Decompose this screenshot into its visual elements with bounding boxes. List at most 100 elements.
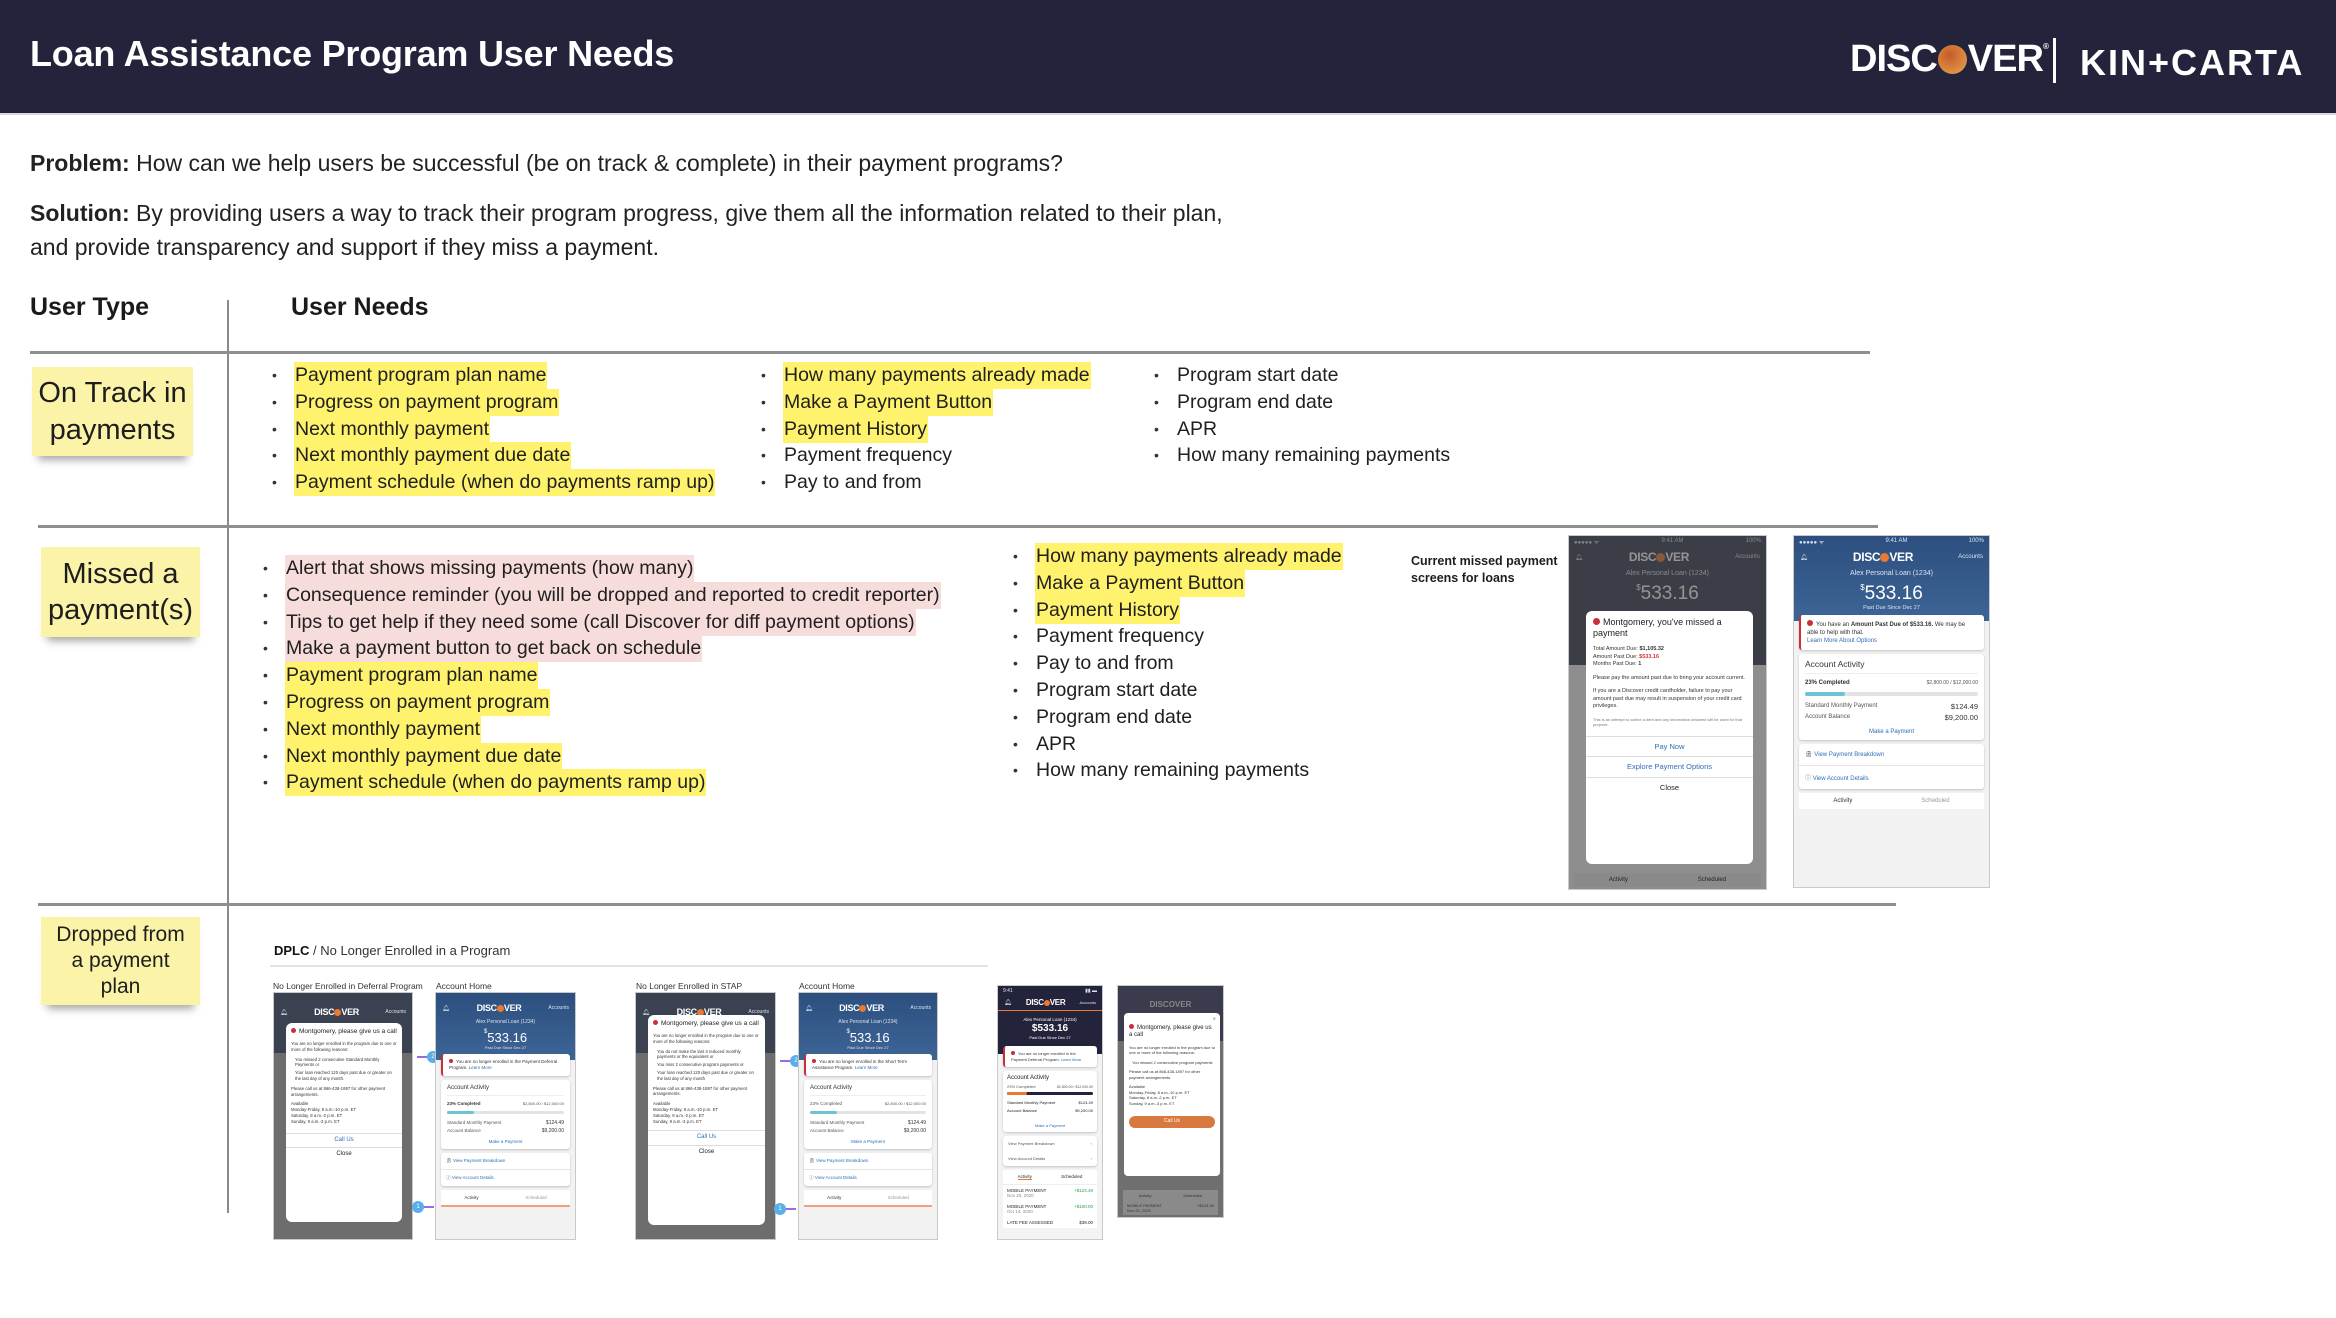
balance-value: $9,200.00 <box>541 1128 564 1134</box>
need-item: Payment program plan name <box>272 362 715 389</box>
view-payment-breakdown-link[interactable]: View Payment Breakdown <box>816 1158 868 1163</box>
account-activity-card: Account Activity 23% Completed $2,800.00 … <box>1003 1071 1097 1132</box>
tab-activity[interactable]: Activity <box>1833 798 1852 804</box>
tab-scheduled[interactable]: Scheduled <box>1698 877 1726 883</box>
need-text: Progress on payment program <box>285 688 551 716</box>
need-text: Payment schedule (when do payments ramp … <box>285 769 707 797</box>
amount-value: $533.16 <box>1031 1023 1069 1034</box>
modal-body-1: Please pay the amount past due to bring … <box>1593 674 1745 681</box>
tab-scheduled[interactable]: Scheduled <box>888 1195 909 1200</box>
learn-more-link[interactable]: Learn More <box>1061 1057 1081 1062</box>
callout-1: 1 <box>774 1203 786 1215</box>
view-account-details-link[interactable]: View Account Details <box>1813 776 1869 782</box>
learn-more-link[interactable]: Learn More <box>469 1065 492 1070</box>
learn-more-link[interactable]: Learn More <box>855 1065 878 1070</box>
need-item: Make a Payment Button <box>1013 569 1343 597</box>
close-button[interactable]: Close <box>1586 776 1753 798</box>
page-title: Loan Assistance Program User Needs <box>30 33 675 74</box>
view-account-details-link[interactable]: View Account Details <box>1008 1156 1045 1161</box>
alert-bold: Amount Past Due of $533.16. <box>1850 622 1934 628</box>
need-item: Pay to and from <box>1013 650 1343 677</box>
activity-title: Account Activity <box>447 1085 564 1096</box>
sticky-label: Missed a payment(s) <box>47 557 194 626</box>
info-icon: ⓘ <box>1805 776 1812 782</box>
view-account-details-link[interactable]: View Account Details <box>815 1175 857 1180</box>
amount-value: 533.16 <box>1864 583 1923 604</box>
transaction-amount: $39.00 <box>1079 1220 1093 1225</box>
modal-title: Montgomery, please give us a call <box>661 1020 759 1027</box>
chevron-right-icon: › <box>1090 1156 1092 1161</box>
tab-activity[interactable]: Activity <box>1017 1174 1032 1180</box>
activity-title: Account Activity <box>810 1085 926 1096</box>
modal-intro: You are no longer enrolled in the progra… <box>1129 1044 1215 1056</box>
need-item: Program start date <box>1154 362 1451 389</box>
view-payment-breakdown-link[interactable]: View Payment Breakdown <box>1008 1141 1055 1146</box>
make-payment-button[interactable]: Make a Payment <box>1805 723 1978 735</box>
bell-icon: 🔔︎ <box>442 1005 450 1012</box>
close-button[interactable]: Close <box>648 1145 765 1160</box>
balance-value: $9,200.00 <box>1075 1108 1093 1113</box>
pay-now-button[interactable]: Pay Now <box>1586 735 1753 757</box>
bell-icon: 🔔︎ <box>280 1009 288 1016</box>
transaction-row: MOBILE PAYMENT Nov 20, 2020 +$124.49 <box>1003 1185 1097 1201</box>
call-us-button[interactable]: Call Us <box>648 1130 765 1145</box>
phone-mockup-new-home: 9:41 ▮▮ ▬ 🔔︎ DISC VER Accounts Alex Personal… <box>997 985 1103 1240</box>
caption-deferral: No Longer Enrolled in Deferral Program <box>273 981 423 991</box>
transaction-row: MOBILE PAYMENT Oct 14, 2020 +$100.00 <box>1003 1201 1097 1217</box>
need-text: Next monthly payment <box>294 415 491 443</box>
modal-call-text: Please call us at 866-438-1897 for other… <box>1129 1069 1201 1080</box>
accounts-link[interactable]: Accounts <box>1958 554 1983 560</box>
hours-line: Sunday, 9 a.m.-3 p.m. ET <box>653 1118 702 1124</box>
need-text: Next monthly payment due date <box>285 742 563 770</box>
call-us-button[interactable]: Call Us <box>286 1132 402 1148</box>
reason: Your loan reached 120 days past due or g… <box>657 1069 754 1081</box>
need-item: How many remaining payments <box>1013 757 1343 784</box>
sticky-note-missed: Missed a payment(s) <box>41 547 200 637</box>
need-text: How many remaining payments <box>1177 444 1451 467</box>
view-payment-breakdown-link[interactable]: View Payment Breakdown <box>1814 752 1884 758</box>
call-us-button[interactable]: Call Us <box>1129 1116 1215 1128</box>
need-text: Payment frequency <box>784 444 953 467</box>
close-x-icon[interactable]: ✕ <box>1124 1013 1220 1022</box>
status-time: 9:41 <box>1003 988 1013 994</box>
bell-icon: 🔔︎ <box>1004 1000 1012 1006</box>
need-text: Program end date <box>1177 390 1334 413</box>
alert-icon <box>1807 620 1813 626</box>
need-text: Alert that shows missing payments (how m… <box>285 555 695 582</box>
missed-screens-caption: Current missed payment screens for loans <box>1411 554 1558 585</box>
tab-scheduled[interactable]: Scheduled <box>525 1195 546 1200</box>
alert-icon <box>1129 1023 1134 1029</box>
phone-discover-logo: DISCVER <box>476 1003 522 1013</box>
tab-activity[interactable]: Activity <box>1139 1193 1152 1198</box>
months-value: 1 <box>1638 661 1642 667</box>
need-item: Payment schedule (when do payments ramp … <box>272 469 716 497</box>
modal-intro: You are no longer enrolled in the progra… <box>653 1033 759 1044</box>
view-payment-breakdown-link[interactable]: View Payment Breakdown <box>453 1158 505 1163</box>
modal-title: Montgomery, you've missed a payment <box>1593 617 1722 638</box>
tab-activity[interactable]: Activity <box>1609 877 1628 883</box>
view-account-details-link[interactable]: View Account Details <box>452 1175 494 1180</box>
monthly-value: $124.49 <box>1078 1100 1093 1105</box>
need-text: Consequence reminder (you will be droppe… <box>285 581 941 609</box>
alert-icon <box>291 1028 296 1033</box>
past-due-since: Past Due Since Dec 27 <box>1029 1035 1071 1040</box>
modal-hours: Available Monday-Friday, 8 a.m.-10 p.m. … <box>286 1099 402 1126</box>
make-payment-button[interactable]: Make a Payment <box>810 1135 926 1144</box>
balance-label: Account Balance <box>810 1128 844 1133</box>
tab-activity[interactable]: Activity <box>464 1195 478 1200</box>
reason: You do not make the last 3 reduced month… <box>657 1048 741 1060</box>
learn-more-options-link[interactable]: Learn More About Options <box>1807 638 1877 644</box>
tab-scheduled[interactable]: Scheduled <box>1183 1193 1202 1198</box>
make-payment-button[interactable]: Make a Payment <box>1007 1115 1093 1128</box>
close-button[interactable]: Close <box>286 1147 402 1162</box>
make-payment-button[interactable]: Make a Payment <box>447 1135 564 1144</box>
phone-tabs: Activity Scheduled <box>1799 793 1984 809</box>
tab-scheduled[interactable]: Scheduled <box>1061 1174 1082 1180</box>
tab-activity[interactable]: Activity <box>827 1195 841 1200</box>
past-due-value: $533.16 <box>1639 653 1660 660</box>
balance-label: Account Balance <box>447 1128 481 1133</box>
monthly-label: Standard Monthly Payment <box>810 1120 865 1125</box>
tab-scheduled[interactable]: Scheduled <box>1921 798 1949 804</box>
phone-tabs: Activity Scheduled <box>441 1190 570 1207</box>
explore-payment-options-button[interactable]: Explore Payment Options <box>1586 756 1753 777</box>
